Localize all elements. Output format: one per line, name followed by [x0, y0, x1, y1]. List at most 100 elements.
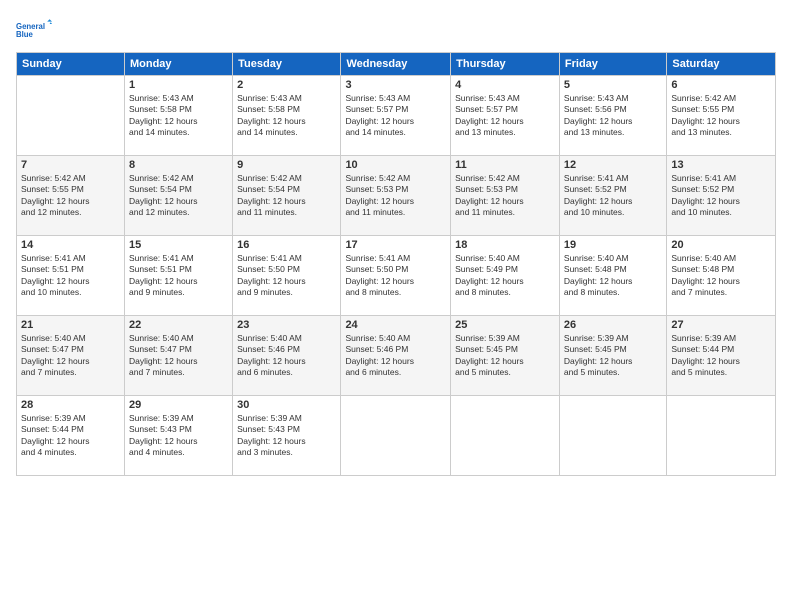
day-info: Sunrise: 5:40 AMSunset: 5:48 PMDaylight:…	[564, 253, 662, 299]
day-info: Sunrise: 5:40 AMSunset: 5:46 PMDaylight:…	[345, 333, 446, 379]
day-number: 9	[237, 159, 336, 171]
day-info: Sunrise: 5:42 AMSunset: 5:54 PMDaylight:…	[129, 173, 228, 219]
calendar-cell: 27 Sunrise: 5:39 AMSunset: 5:44 PMDayligh…	[667, 316, 776, 396]
calendar-cell: 18 Sunrise: 5:40 AMSunset: 5:49 PMDayligh…	[451, 236, 560, 316]
day-number: 10	[345, 159, 446, 171]
calendar-cell: 2 Sunrise: 5:43 AMSunset: 5:58 PMDaylight…	[233, 76, 341, 156]
calendar-cell: 11 Sunrise: 5:42 AMSunset: 5:53 PMDayligh…	[451, 156, 560, 236]
day-info: Sunrise: 5:42 AMSunset: 5:55 PMDaylight:…	[671, 93, 771, 139]
calendar-cell: 19 Sunrise: 5:40 AMSunset: 5:48 PMDayligh…	[559, 236, 666, 316]
day-info: Sunrise: 5:41 AMSunset: 5:50 PMDaylight:…	[345, 253, 446, 299]
calendar-cell: 8 Sunrise: 5:42 AMSunset: 5:54 PMDaylight…	[124, 156, 232, 236]
day-info: Sunrise: 5:40 AMSunset: 5:46 PMDaylight:…	[237, 333, 336, 379]
calendar-cell: 16 Sunrise: 5:41 AMSunset: 5:50 PMDayligh…	[233, 236, 341, 316]
calendar-cell: 9 Sunrise: 5:42 AMSunset: 5:54 PMDaylight…	[233, 156, 341, 236]
day-info: Sunrise: 5:39 AMSunset: 5:45 PMDaylight:…	[455, 333, 555, 379]
column-header-wednesday: Wednesday	[341, 53, 451, 76]
week-row-5: 28 Sunrise: 5:39 AMSunset: 5:44 PMDayligh…	[17, 396, 776, 476]
day-number: 25	[455, 319, 555, 331]
day-number: 14	[21, 239, 120, 251]
calendar: SundayMondayTuesdayWednesdayThursdayFrid…	[16, 52, 776, 476]
day-info: Sunrise: 5:41 AMSunset: 5:52 PMDaylight:…	[564, 173, 662, 219]
day-number: 21	[21, 319, 120, 331]
day-info: Sunrise: 5:43 AMSunset: 5:58 PMDaylight:…	[237, 93, 336, 139]
day-info: Sunrise: 5:39 AMSunset: 5:43 PMDaylight:…	[129, 413, 228, 459]
day-info: Sunrise: 5:43 AMSunset: 5:58 PMDaylight:…	[129, 93, 228, 139]
calendar-cell: 26 Sunrise: 5:39 AMSunset: 5:45 PMDayligh…	[559, 316, 666, 396]
day-info: Sunrise: 5:41 AMSunset: 5:52 PMDaylight:…	[671, 173, 771, 219]
day-info: Sunrise: 5:40 AMSunset: 5:48 PMDaylight:…	[671, 253, 771, 299]
calendar-cell: 20Sunrise: 5:40 AMSunset: 5:48 PMDayligh…	[667, 236, 776, 316]
day-info: Sunrise: 5:43 AMSunset: 5:56 PMDaylight:…	[564, 93, 662, 139]
column-header-sunday: Sunday	[17, 53, 125, 76]
svg-text:General: General	[16, 22, 45, 31]
day-number: 24	[345, 319, 446, 331]
day-info: Sunrise: 5:41 AMSunset: 5:51 PMDaylight:…	[21, 253, 120, 299]
calendar-cell	[17, 76, 125, 156]
day-info: Sunrise: 5:39 AMSunset: 5:43 PMDaylight:…	[237, 413, 336, 459]
day-number: 27	[671, 319, 771, 331]
day-number: 13	[671, 159, 771, 171]
week-row-1: 1 Sunrise: 5:43 AMSunset: 5:58 PMDaylight…	[17, 76, 776, 156]
day-info: Sunrise: 5:39 AMSunset: 5:44 PMDaylight:…	[21, 413, 120, 459]
day-number: 16	[237, 239, 336, 251]
day-number: 28	[21, 399, 120, 411]
calendar-cell: 25 Sunrise: 5:39 AMSunset: 5:45 PMDayligh…	[451, 316, 560, 396]
calendar-cell: 30 Sunrise: 5:39 AMSunset: 5:43 PMDayligh…	[233, 396, 341, 476]
calendar-cell: 13 Sunrise: 5:41 AMSunset: 5:52 PMDayligh…	[667, 156, 776, 236]
svg-text:Blue: Blue	[16, 30, 34, 39]
day-number: 6	[671, 79, 771, 91]
calendar-cell: 17 Sunrise: 5:41 AMSunset: 5:50 PMDayligh…	[341, 236, 451, 316]
calendar-cell: 24 Sunrise: 5:40 AMSunset: 5:46 PMDayligh…	[341, 316, 451, 396]
calendar-cell: 23Sunrise: 5:40 AMSunset: 5:46 PMDayligh…	[233, 316, 341, 396]
day-number: 17	[345, 239, 446, 251]
week-row-3: 14 Sunrise: 5:41 AMSunset: 5:51 PMDayligh…	[17, 236, 776, 316]
day-info: Sunrise: 5:40 AMSunset: 5:47 PMDaylight:…	[129, 333, 228, 379]
day-number: 3	[345, 79, 446, 91]
calendar-cell	[341, 396, 451, 476]
calendar-cell	[451, 396, 560, 476]
day-info: Sunrise: 5:39 AMSunset: 5:44 PMDaylight:…	[671, 333, 771, 379]
calendar-header-row: SundayMondayTuesdayWednesdayThursdayFrid…	[17, 53, 776, 76]
day-number: 26	[564, 319, 662, 331]
day-number: 15	[129, 239, 228, 251]
calendar-cell: 15Sunrise: 5:41 AMSunset: 5:51 PMDayligh…	[124, 236, 232, 316]
calendar-cell: 4 Sunrise: 5:43 AMSunset: 5:57 PMDaylight…	[451, 76, 560, 156]
calendar-cell: 10Sunrise: 5:42 AMSunset: 5:53 PMDayligh…	[341, 156, 451, 236]
day-number: 11	[455, 159, 555, 171]
calendar-cell: 5 Sunrise: 5:43 AMSunset: 5:56 PMDaylight…	[559, 76, 666, 156]
logo-svg: General Blue	[16, 12, 52, 48]
day-info: Sunrise: 5:43 AMSunset: 5:57 PMDaylight:…	[345, 93, 446, 139]
day-info: Sunrise: 5:41 AMSunset: 5:50 PMDaylight:…	[237, 253, 336, 299]
calendar-cell: 14 Sunrise: 5:41 AMSunset: 5:51 PMDayligh…	[17, 236, 125, 316]
day-info: Sunrise: 5:43 AMSunset: 5:57 PMDaylight:…	[455, 93, 555, 139]
day-number: 5	[564, 79, 662, 91]
day-number: 4	[455, 79, 555, 91]
day-number: 2	[237, 79, 336, 91]
day-number: 8	[129, 159, 228, 171]
column-header-saturday: Saturday	[667, 53, 776, 76]
calendar-cell: 6 Sunrise: 5:42 AMSunset: 5:55 PMDaylight…	[667, 76, 776, 156]
column-header-thursday: Thursday	[451, 53, 560, 76]
day-info: Sunrise: 5:42 AMSunset: 5:53 PMDaylight:…	[455, 173, 555, 219]
calendar-cell: 3 Sunrise: 5:43 AMSunset: 5:57 PMDaylight…	[341, 76, 451, 156]
day-number: 19	[564, 239, 662, 251]
day-number: 12	[564, 159, 662, 171]
calendar-cell: 22Sunrise: 5:40 AMSunset: 5:47 PMDayligh…	[124, 316, 232, 396]
day-info: Sunrise: 5:42 AMSunset: 5:54 PMDaylight:…	[237, 173, 336, 219]
calendar-cell: 29Sunrise: 5:39 AMSunset: 5:43 PMDayligh…	[124, 396, 232, 476]
day-info: Sunrise: 5:39 AMSunset: 5:45 PMDaylight:…	[564, 333, 662, 379]
week-row-4: 21 Sunrise: 5:40 AMSunset: 5:47 PMDayligh…	[17, 316, 776, 396]
page: General Blue SundayMondayTuesdayWednesda…	[0, 0, 792, 612]
day-info: Sunrise: 5:40 AMSunset: 5:49 PMDaylight:…	[455, 253, 555, 299]
day-number: 30	[237, 399, 336, 411]
column-header-tuesday: Tuesday	[233, 53, 341, 76]
day-number: 7	[21, 159, 120, 171]
day-info: Sunrise: 5:42 AMSunset: 5:55 PMDaylight:…	[21, 173, 120, 219]
day-number: 18	[455, 239, 555, 251]
calendar-cell: 21Sunrise: 5:40 AMSunset: 5:47 PMDayligh…	[17, 316, 125, 396]
calendar-cell: 7 Sunrise: 5:42 AMSunset: 5:55 PMDaylight…	[17, 156, 125, 236]
day-number: 1	[129, 79, 228, 91]
calendar-cell	[559, 396, 666, 476]
calendar-cell: 12 Sunrise: 5:41 AMSunset: 5:52 PMDayligh…	[559, 156, 666, 236]
